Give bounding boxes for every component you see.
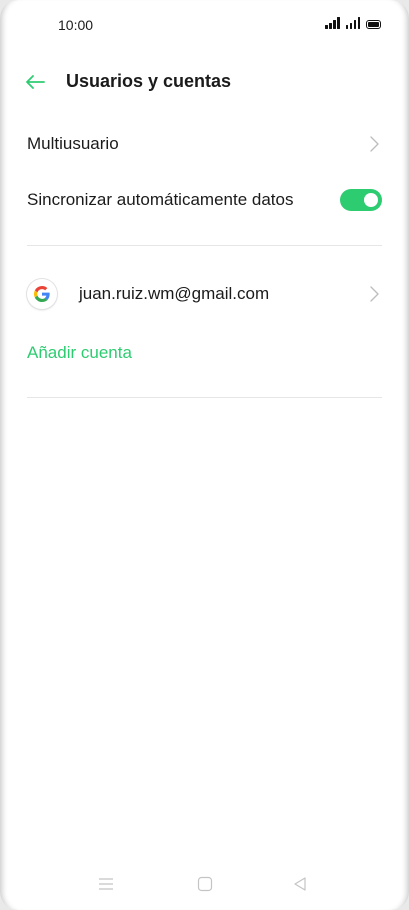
signal-icon bbox=[325, 17, 340, 29]
signal-icon bbox=[345, 17, 360, 29]
divider bbox=[27, 397, 382, 398]
add-account-link[interactable]: Añadir cuenta bbox=[27, 343, 132, 363]
back-arrow-icon[interactable] bbox=[22, 68, 50, 96]
battery-icon bbox=[366, 20, 381, 29]
multiuser-row[interactable]: Multiusuario bbox=[27, 124, 382, 164]
auto-sync-toggle[interactable] bbox=[340, 189, 382, 211]
status-icons bbox=[325, 17, 381, 29]
toggle-knob bbox=[364, 193, 378, 207]
account-email: juan.ruiz.wm@gmail.com bbox=[79, 284, 270, 303]
phone-screen: 10:00 Usuarios y cuentas Multiusuario Si… bbox=[0, 0, 409, 910]
header: Usuarios y cuentas bbox=[0, 60, 409, 104]
status-bar: 10:00 bbox=[0, 0, 409, 50]
auto-sync-row: Sincronizar automáticamente datos bbox=[27, 180, 382, 220]
chevron-right-icon bbox=[370, 136, 379, 152]
chevron-right-icon bbox=[370, 286, 379, 302]
navigation-bar bbox=[0, 868, 409, 902]
account-row[interactable]: juan.ruiz.wm@gmail.com bbox=[27, 274, 382, 314]
page-title: Usuarios y cuentas bbox=[66, 71, 232, 91]
status-time: 10:00 bbox=[58, 17, 94, 33]
auto-sync-label: Sincronizar automáticamente datos bbox=[27, 190, 294, 209]
multiuser-label: Multiusuario bbox=[27, 134, 119, 153]
menu-icon[interactable] bbox=[98, 876, 114, 897]
back-icon[interactable] bbox=[292, 876, 308, 897]
home-icon[interactable] bbox=[197, 876, 213, 897]
google-icon bbox=[27, 279, 57, 309]
divider bbox=[27, 245, 382, 246]
